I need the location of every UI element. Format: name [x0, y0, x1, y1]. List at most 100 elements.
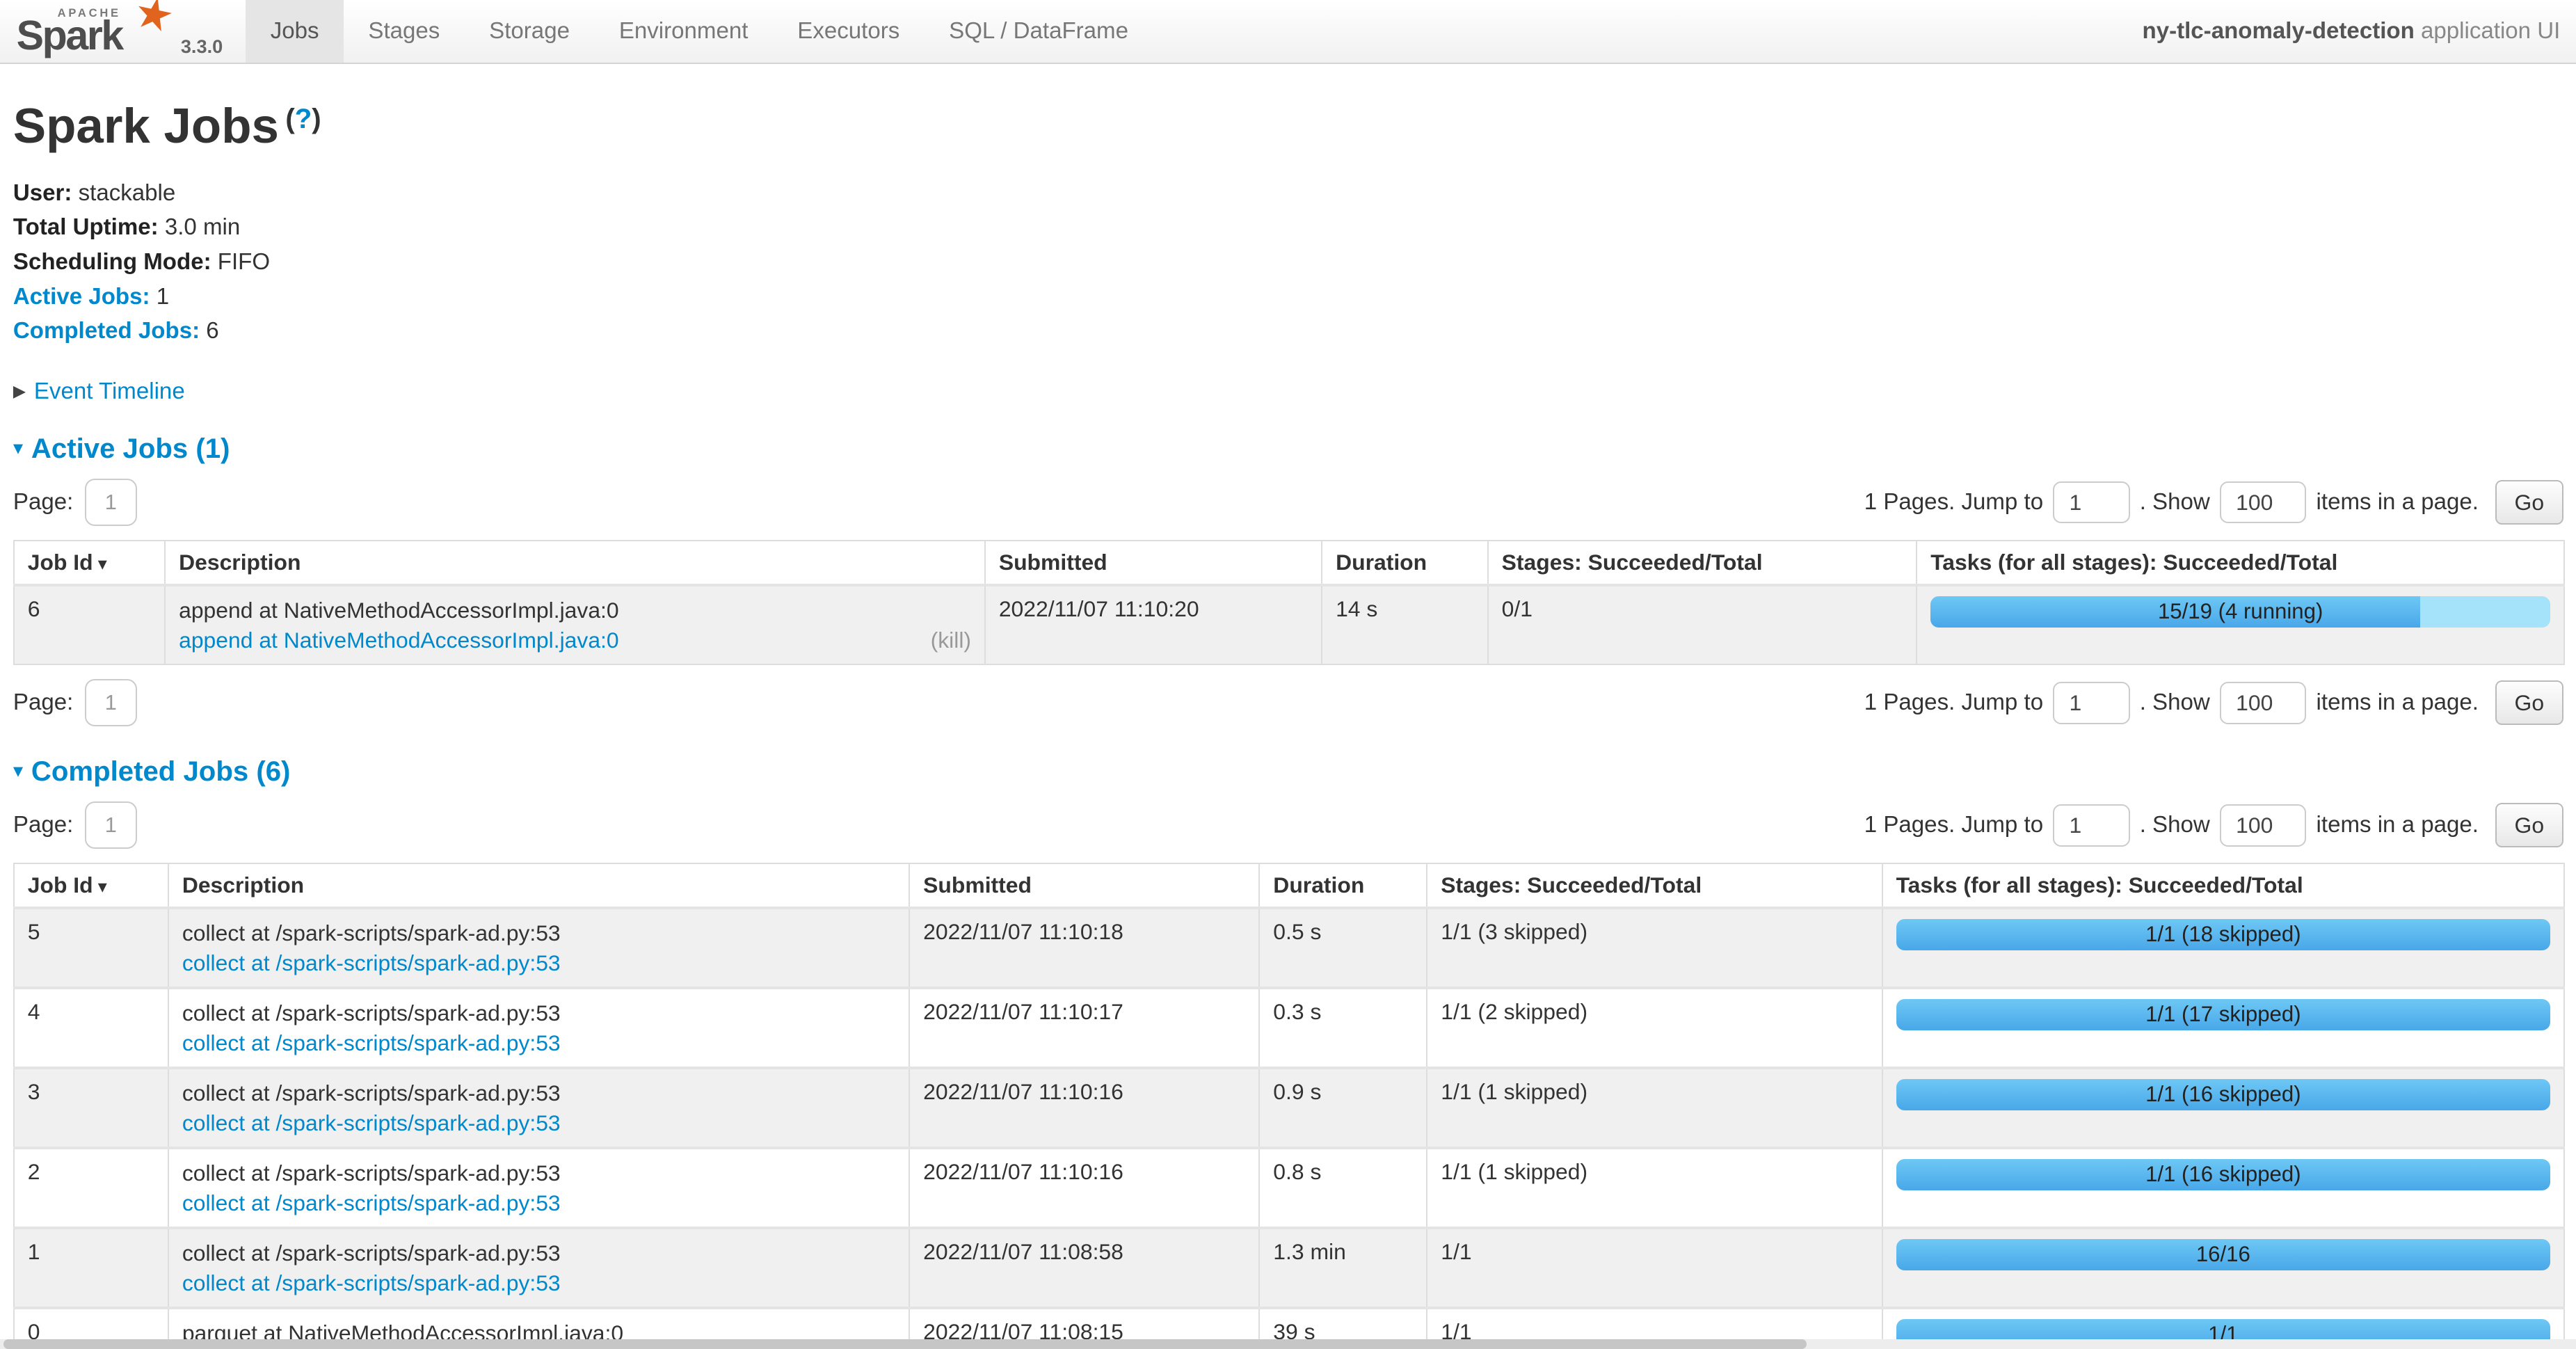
app-name-strong: ny-tlc-anomaly-detection	[2143, 18, 2415, 44]
cell-description: collect at /spark-scripts/spark-ad.py:53…	[168, 1148, 909, 1228]
go-button[interactable]: Go	[2495, 680, 2563, 725]
job-detail-link[interactable]: collect at /spark-scripts/spark-ad.py:53	[182, 1030, 561, 1055]
show-label: . Show	[2140, 489, 2210, 516]
page-title-text: Spark Jobs	[13, 99, 279, 154]
navbar: APACHE Spark ★ 3.3.0 Jobs Stages Storage…	[0, 0, 2576, 64]
page-label: Page:	[13, 812, 73, 838]
main-content: Spark Jobs(?) User: stackable Total Upti…	[0, 98, 2576, 1349]
jump-to-input[interactable]	[2053, 804, 2129, 847]
event-timeline-toggle[interactable]: ▶Event Timeline	[13, 378, 2563, 405]
application-name: ny-tlc-anomaly-detection application UI	[2143, 18, 2576, 45]
tab-sql-dataframe[interactable]: SQL / DataFrame	[925, 0, 1153, 63]
cell-duration: 0.8 s	[1259, 1148, 1427, 1228]
spark-version: 3.3.0	[181, 35, 223, 58]
active-jobs-section-header[interactable]: ▾Active Jobs (1)	[13, 433, 2563, 465]
pages-text: 1 Pages. Jump to	[1864, 812, 2043, 838]
go-button[interactable]: Go	[2495, 803, 2563, 847]
pages-text: 1 Pages. Jump to	[1864, 689, 2043, 716]
sort-desc-icon: ▾	[98, 876, 107, 897]
help-link[interactable]: (?)	[285, 103, 321, 134]
page-input[interactable]	[85, 801, 137, 849]
col-submitted[interactable]: Submitted	[909, 863, 1259, 908]
go-button[interactable]: Go	[2495, 480, 2563, 525]
cell-job-id: 4	[14, 988, 168, 1068]
completed-jobs-section-header[interactable]: ▾Completed Jobs (6)	[13, 756, 2563, 788]
tab-executors[interactable]: Executors	[773, 0, 925, 63]
col-duration[interactable]: Duration	[1259, 863, 1427, 908]
horizontal-scrollbar[interactable]	[0, 1339, 2576, 1349]
cell-description: collect at /spark-scripts/spark-ad.py:53…	[168, 908, 909, 988]
tab-stages[interactable]: Stages	[344, 0, 465, 63]
jump-to-input[interactable]	[2053, 682, 2129, 724]
col-tasks[interactable]: Tasks (for all stages): Succeeded/Total	[1917, 541, 2564, 585]
cell-stages: 0/1	[1488, 585, 1917, 664]
col-description[interactable]: Description	[165, 541, 985, 585]
tasks-progress-bar: 1/1 (17 skipped)	[1896, 999, 2551, 1030]
cell-job-id: 3	[14, 1068, 168, 1148]
spark-jobs-page: APACHE Spark ★ 3.3.0 Jobs Stages Storage…	[0, 0, 2576, 1349]
col-stages[interactable]: Stages: Succeeded/Total	[1427, 863, 1882, 908]
table-row: 4 collect at /spark-scripts/spark-ad.py:…	[14, 988, 2564, 1068]
cell-description: append at NativeMethodAccessorImpl.java:…	[165, 585, 985, 664]
cell-duration: 0.5 s	[1259, 908, 1427, 988]
col-tasks[interactable]: Tasks (for all stages): Succeeded/Total	[1882, 863, 2564, 908]
page-input[interactable]	[85, 479, 137, 526]
cell-submitted: 2022/11/07 11:10:17	[909, 988, 1259, 1068]
jump-to-input[interactable]	[2053, 481, 2129, 524]
completed-jobs-link[interactable]: Completed Jobs:	[13, 318, 200, 344]
tab-jobs[interactable]: Jobs	[246, 0, 344, 63]
job-detail-link[interactable]: collect at /spark-scripts/spark-ad.py:53	[182, 950, 561, 975]
tasks-progress-bar: 15/19 (4 running)	[1930, 596, 2550, 628]
cell-tasks: 1/1 (16 skipped)	[1882, 1148, 2564, 1228]
show-items-input[interactable]	[2220, 682, 2306, 724]
job-detail-link[interactable]: collect at /spark-scripts/spark-ad.py:53	[182, 1190, 561, 1215]
cell-description: collect at /spark-scripts/spark-ad.py:53…	[168, 1228, 909, 1308]
show-items-input[interactable]	[2220, 804, 2306, 847]
cell-submitted: 2022/11/07 11:10:16	[909, 1068, 1259, 1148]
page-label: Page:	[13, 489, 73, 516]
completed-jobs-table: Job Id▾ Description Submitted Duration S…	[13, 863, 2565, 1349]
progress-label: 16/16	[1896, 1239, 2551, 1270]
active-jobs-table: Job Id▾ Description Submitted Duration S…	[13, 540, 2565, 665]
items-text: items in a page.	[2317, 689, 2479, 716]
summary-completed-jobs: Completed Jobs: 6	[13, 317, 2563, 345]
page-label: Page:	[13, 689, 73, 716]
col-job-id[interactable]: Job Id▾	[14, 541, 165, 585]
job-detail-link[interactable]: collect at /spark-scripts/spark-ad.py:53	[182, 1110, 561, 1135]
col-description[interactable]: Description	[168, 863, 909, 908]
cell-tasks: 1/1 (18 skipped)	[1882, 908, 2564, 988]
cell-stages: 1/1	[1427, 1228, 1882, 1308]
kill-link[interactable]: (kill)	[931, 626, 971, 654]
progress-label: 1/1 (16 skipped)	[1896, 1159, 2551, 1190]
job-detail-link[interactable]: collect at /spark-scripts/spark-ad.py:53	[182, 1270, 561, 1295]
cell-submitted: 2022/11/07 11:10:16	[909, 1148, 1259, 1228]
col-stages[interactable]: Stages: Succeeded/Total	[1488, 541, 1917, 585]
cell-duration: 0.3 s	[1259, 988, 1427, 1068]
summary-active-jobs: Active Jobs: 1	[13, 283, 2563, 311]
active-jobs-link[interactable]: Active Jobs:	[13, 284, 150, 310]
job-detail-link[interactable]: append at NativeMethodAccessorImpl.java:…	[179, 628, 619, 653]
summary-user: User: stackable	[13, 179, 2563, 207]
page-title: Spark Jobs(?)	[13, 98, 2563, 154]
scrollbar-thumb[interactable]	[3, 1339, 1807, 1349]
progress-label: 1/1 (16 skipped)	[1896, 1079, 2551, 1110]
col-duration[interactable]: Duration	[1322, 541, 1488, 585]
page-input[interactable]	[85, 679, 137, 726]
tab-storage[interactable]: Storage	[465, 0, 595, 63]
show-items-input[interactable]	[2220, 481, 2306, 524]
cell-description: collect at /spark-scripts/spark-ad.py:53…	[168, 1068, 909, 1148]
spark-logo[interactable]: APACHE Spark ★	[13, 0, 168, 63]
tab-environment[interactable]: Environment	[594, 0, 772, 63]
table-header-row: Job Id▾ Description Submitted Duration S…	[14, 541, 2564, 585]
expanded-arrow-icon: ▾	[13, 760, 23, 782]
spark-star-icon: ★	[129, 0, 179, 45]
cell-submitted: 2022/11/07 11:10:18	[909, 908, 1259, 988]
cell-tasks: 1/1 (16 skipped)	[1882, 1068, 2564, 1148]
nav-tabs: Jobs Stages Storage Environment Executor…	[246, 0, 1153, 63]
job-summary: User: stackable Total Uptime: 3.0 min Sc…	[13, 179, 2563, 346]
col-submitted[interactable]: Submitted	[985, 541, 1322, 585]
table-row: 3 collect at /spark-scripts/spark-ad.py:…	[14, 1068, 2564, 1148]
cell-submitted: 2022/11/07 11:08:58	[909, 1228, 1259, 1308]
col-job-id[interactable]: Job Id▾	[14, 863, 168, 908]
cell-duration: 0.9 s	[1259, 1068, 1427, 1148]
